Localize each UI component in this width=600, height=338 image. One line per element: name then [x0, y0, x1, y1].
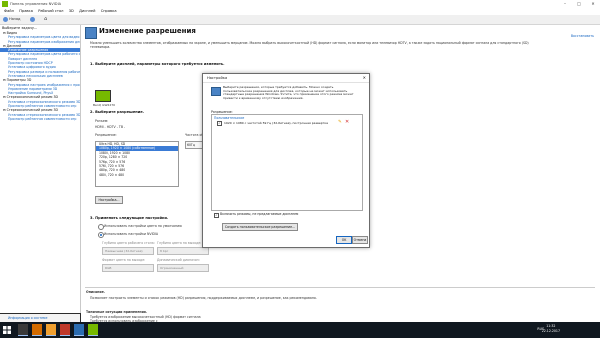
customize-button[interactable]: Настройка... — [95, 196, 123, 204]
description-text: Позволяет настроить элементы и список ре… — [90, 296, 317, 300]
taskbar-clock[interactable]: 11:32 22.12.2017 — [542, 324, 560, 334]
minimize-button[interactable]: – — [558, 0, 572, 8]
forward-button[interactable] — [30, 16, 36, 23]
home-icon[interactable]: ⌂ — [44, 16, 47, 23]
system-info-link[interactable]: Информация о системе — [0, 314, 80, 322]
color-depth-label: Глубина цвета рабочего стола: — [102, 241, 155, 245]
back-button[interactable]: Назад — [3, 16, 21, 23]
custom-group-header: Пользовательские — [214, 116, 245, 120]
display-settings-icon — [85, 27, 97, 39]
ok-button[interactable]: OK — [336, 236, 352, 244]
maximize-button[interactable]: □ — [572, 0, 586, 8]
forward-arrow-icon — [30, 16, 35, 22]
color-depth-select[interactable]: Наивысшая (32-битная) — [102, 247, 154, 255]
delete-x-icon[interactable]: ✕ — [345, 119, 349, 125]
taskbar-nvidia-icon[interactable] — [88, 324, 98, 336]
taskbar-app-icon[interactable] — [32, 324, 42, 336]
nvidia-logo-icon — [2, 1, 8, 7]
display-icon — [211, 87, 221, 96]
dynamic-range-select[interactable]: Ограниченный — [157, 264, 209, 272]
custom-resolution-list[interactable]: Пользовательские ✓ 1920 × 1080 с частото… — [211, 114, 363, 211]
step2-heading: 2. Выберите разрешение. — [90, 110, 145, 114]
create-custom-resolution-button[interactable]: Создать пользовательское разрешение... — [222, 223, 298, 231]
clock-date: 22.12.2017 — [541, 329, 560, 333]
task-tree: ⊟ Видео Регулировка параметров цвета для … — [0, 31, 80, 121]
dialog-description: Выберите разрешения, которые требуется д… — [223, 85, 354, 100]
resolution-option[interactable]: 480i, 720 × 480 — [96, 173, 178, 177]
close-button[interactable]: ✕ — [586, 0, 600, 8]
description-title: Описание. — [86, 290, 105, 294]
step3-heading: 3. Применить следующие настройки. — [90, 216, 169, 220]
enable-modes-checkbox[interactable]: ✓ — [214, 213, 219, 218]
custom-resolution-item[interactable]: 1920 × 1080 с частотой 59 Гц (32-битная)… — [224, 121, 328, 125]
default-color-label: Использовать настройки цвета по умолчани… — [104, 224, 182, 228]
enable-modes-label: Включить режимы, не предлагаемые дисплее… — [220, 212, 299, 216]
window-title: Панель управления NVIDIA — [10, 2, 62, 6]
connection-value: HDMI - HDTV - ТВ - — [95, 125, 126, 129]
step1-heading: 1. Выберите дисплей, параметры которого … — [90, 62, 225, 66]
taskbar-folder-icon[interactable] — [46, 324, 56, 336]
page-description: Можно уменьшить количество элементов, от… — [90, 41, 529, 49]
windows-start-icon[interactable] — [0, 322, 14, 338]
dialog-title-bar: Настройка ✕ — [203, 74, 369, 83]
page-title: Изменение разрешения — [99, 27, 196, 35]
custom-resolution-checkbox[interactable]: ✓ — [217, 121, 222, 126]
menu-display[interactable]: Дисплей — [79, 9, 95, 13]
tree-item[interactable]: Просмотр рейтингов совместимости игр — [0, 117, 80, 121]
dialog-title: Настройка — [207, 76, 228, 80]
taskbar-search-icon[interactable] — [18, 324, 28, 336]
connection-label: Разъем: — [95, 119, 109, 123]
menu-3d[interactable]: 3D — [69, 9, 74, 13]
separator — [85, 287, 595, 288]
tree-item[interactable]: Регулировка параметров цвета для видео — [0, 35, 80, 39]
back-arrow-icon — [3, 16, 8, 22]
edit-pencil-icon[interactable]: ✎ — [338, 120, 342, 125]
taskbar-app-icon-2[interactable] — [74, 324, 84, 336]
customize-dialog: Настройка ✕ Выберите разрешения, которые… — [202, 73, 370, 248]
restore-defaults-link[interactable]: Восстановить — [571, 34, 594, 38]
output-format-select[interactable]: RGB — [102, 264, 154, 272]
menu-bar: Файл Правка Рабочий стол 3D Дисплей Спра… — [0, 8, 600, 15]
menu-help[interactable]: Справка — [101, 9, 117, 13]
menu-edit[interactable]: Правка — [19, 9, 33, 13]
output-format-label: Формат цвета на выходе: — [102, 258, 146, 262]
taskbar-browser-icon[interactable] — [60, 324, 70, 336]
menu-desktop[interactable]: Рабочий стол — [38, 9, 63, 13]
usage-title: Типичные ситуации применения. — [86, 310, 148, 314]
dialog-close-button[interactable]: ✕ — [363, 74, 366, 82]
monitor-label: BenQ GW2270 — [93, 103, 116, 107]
monitor-icon[interactable] — [95, 90, 111, 102]
toolbar: Назад ⌂ — [0, 15, 600, 25]
output-depth-select[interactable]: 8 bpc — [157, 247, 209, 255]
nvidia-color-label: Использовать настройки NVIDIA — [104, 232, 159, 236]
menu-file[interactable]: Файл — [4, 9, 14, 13]
output-depth-label: Глубина цвета на выходе: — [157, 241, 202, 245]
task-sidebar: Выберите задачу... ⊟ Видео Регулировка па… — [0, 25, 81, 313]
resolution-list[interactable]: Ultra HD, HD, SD 1080p, 1920 × 1080 (собс… — [95, 141, 179, 187]
resolution-label: Разрешение: — [95, 133, 117, 137]
cancel-button[interactable]: Отмена — [352, 236, 368, 244]
page-header: Изменение разрешения — [81, 25, 600, 39]
dynamic-range-label: Динамический диапазон: — [157, 258, 200, 262]
